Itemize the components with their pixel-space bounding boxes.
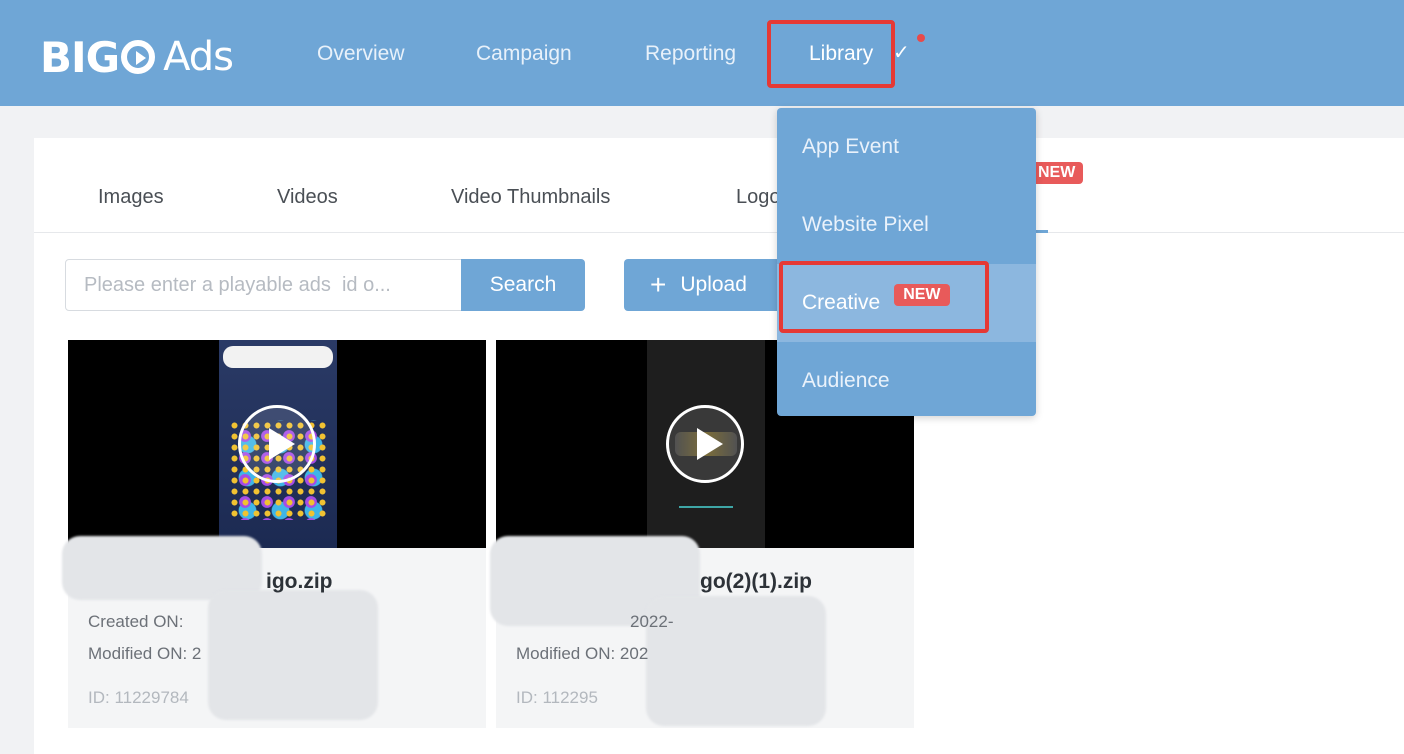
bigo-ads-logo[interactable]: BIG Ads	[40, 32, 234, 82]
redacted-blur	[208, 590, 378, 720]
card-file-name: igo.zip	[266, 570, 333, 593]
library-highlight-box	[767, 20, 895, 88]
menu-item-audience[interactable]: Audience	[777, 342, 1036, 420]
tab-video-thumbnails[interactable]: Video Thumbnails	[451, 186, 610, 209]
playable-id-search-input[interactable]	[65, 259, 463, 311]
menu-item-label: App Event	[802, 135, 899, 158]
card-id: ID: 112295	[516, 688, 598, 707]
loading-line	[679, 506, 733, 508]
play-icon[interactable]	[238, 405, 316, 483]
creative-card[interactable]: igo.zip Created ON: Modified ON: 2 ID: 1…	[62, 340, 486, 728]
card-modified-date: Modified ON: 202	[516, 644, 649, 663]
play-logo-icon	[121, 40, 156, 74]
menu-item-label: Audience	[802, 369, 890, 392]
card-modified-date: Modified ON: 2	[88, 644, 202, 663]
notification-dot	[917, 34, 925, 42]
chevron-check-icon[interactable]: ✓	[893, 40, 910, 65]
nav-reporting[interactable]: Reporting	[645, 42, 736, 66]
menu-item-label: Website Pixel	[802, 213, 929, 236]
top-nav-bar: BIG Ads Overview Campaign Reporting Libr…	[0, 0, 1404, 106]
logo-wordmark: BIG	[40, 33, 156, 82]
upload-button[interactable]: + Upload	[624, 259, 794, 311]
logo-ads-text: Ads	[163, 34, 234, 80]
play-icon[interactable]	[666, 405, 744, 483]
cash-bar	[223, 346, 333, 368]
nav-overview[interactable]: Overview	[317, 42, 405, 66]
media-tabs: Images Videos Video Thumbnails Logo NEW	[34, 138, 1404, 233]
creative-highlight-box	[779, 261, 989, 333]
menu-item-app-event[interactable]: App Event	[777, 108, 1036, 186]
nav-campaign[interactable]: Campaign	[476, 42, 572, 66]
menu-item-website-pixel[interactable]: Website Pixel	[777, 186, 1036, 264]
tab-new-badge: NEW	[1030, 162, 1084, 184]
tab-logo[interactable]: Logo	[736, 186, 781, 209]
video-thumbnail[interactable]	[68, 340, 486, 548]
tab-images[interactable]: Images	[98, 186, 164, 209]
tab-videos[interactable]: Videos	[277, 186, 338, 209]
card-created-date: Created ON:	[88, 612, 184, 631]
search-button[interactable]: Search	[461, 259, 585, 311]
plus-icon: +	[650, 269, 667, 300]
card-id: ID: 11229784	[88, 688, 189, 707]
card-created-date: 2022-	[630, 612, 674, 631]
card-file-name: go(2)(1).zip	[700, 570, 812, 593]
library-panel: Images Videos Video Thumbnails Logo NEW …	[34, 138, 1404, 754]
upload-label: Upload	[680, 273, 747, 296]
